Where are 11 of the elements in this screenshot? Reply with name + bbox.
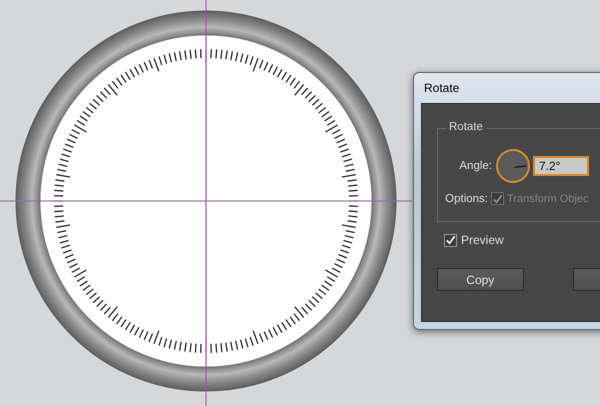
window-title: Rotate [423, 80, 460, 97]
needle-icon [512, 164, 528, 168]
field-label: Options: [444, 192, 488, 204]
checkbox[interactable] [444, 234, 457, 246]
group-label: Rotate [446, 121, 486, 133]
angle-field[interactable]: 7.2° [533, 156, 589, 176]
checkbox-label: Transform Objec [507, 192, 589, 204]
checkbox-label: Preview [461, 233, 504, 247]
angle-dial[interactable] [496, 149, 530, 183]
field-label: Angle: [458, 160, 492, 172]
copy-button[interactable]: Copy [437, 268, 524, 291]
